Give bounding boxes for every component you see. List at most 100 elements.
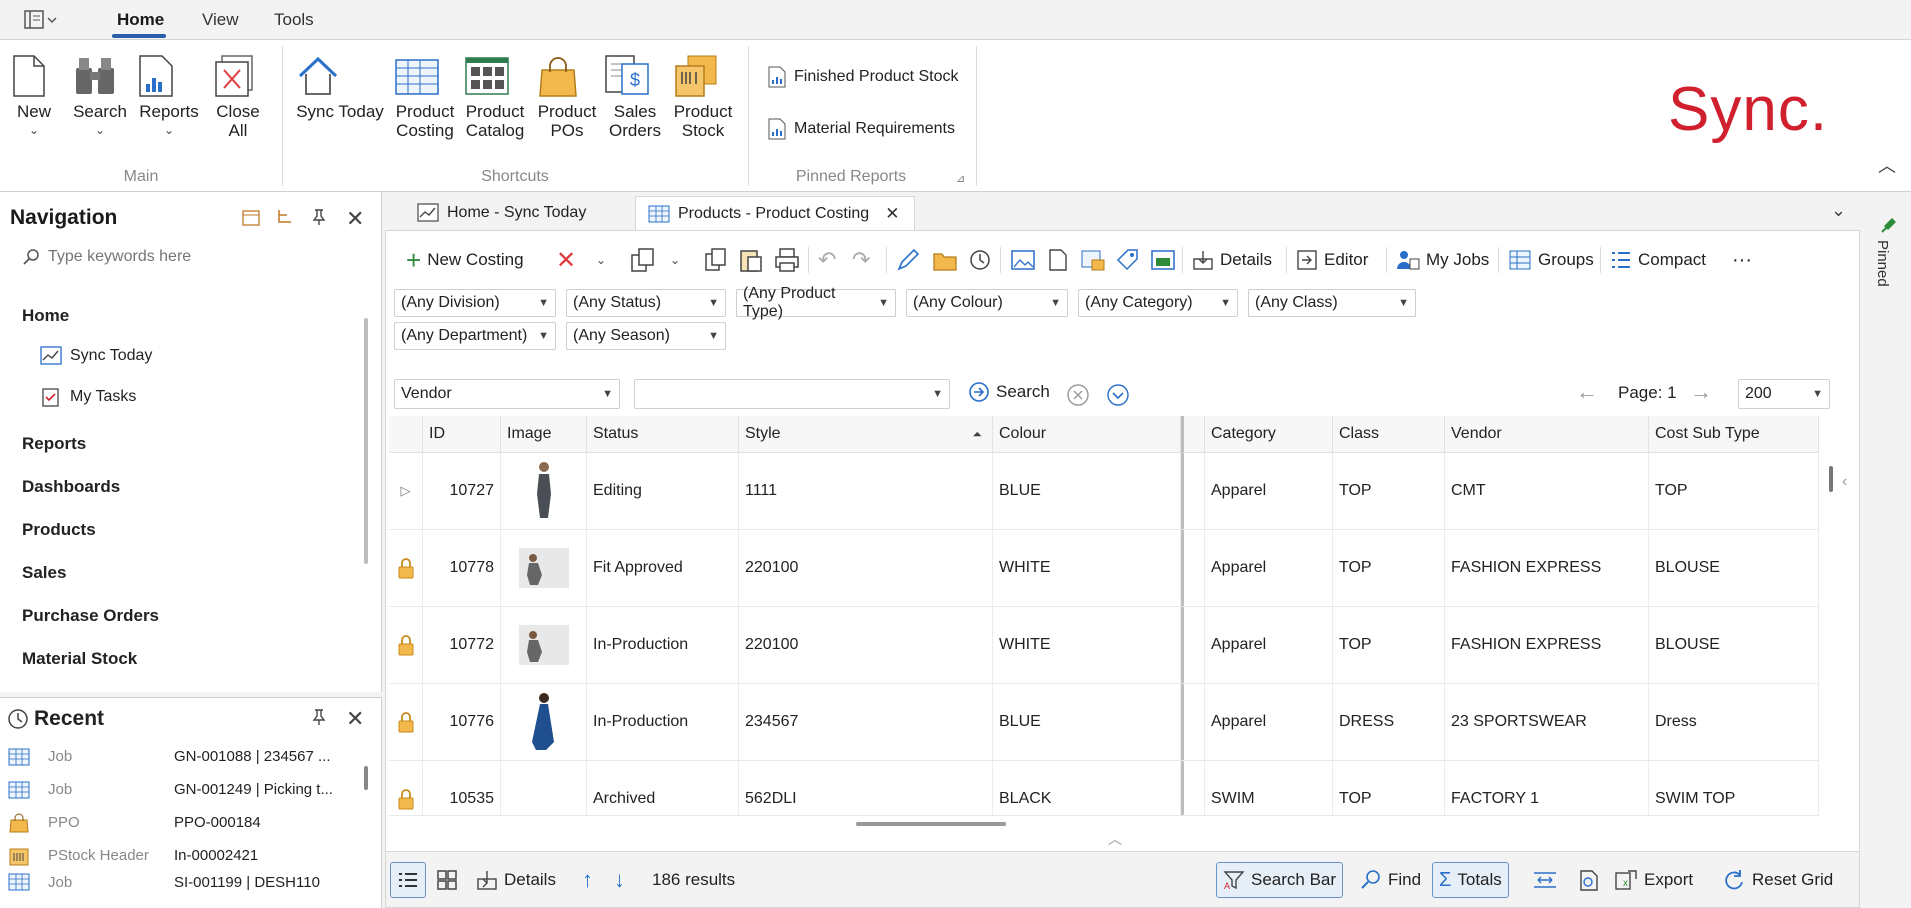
search-button[interactable]: Search (968, 381, 1050, 403)
new-costing-button[interactable]: + New Costing (406, 245, 524, 275)
product-catalog-button[interactable]: Product Catalog (464, 54, 526, 140)
reports-button[interactable]: Reports ⌄ (138, 54, 200, 140)
product-costing-button[interactable]: Product Costing (394, 54, 456, 140)
arrow-up-icon[interactable]: ↑ (582, 862, 593, 898)
table-row[interactable]: 10778 Fit Approved 220100 WHITE Apparel … (389, 530, 1819, 607)
compact-button[interactable]: Compact (1610, 245, 1706, 275)
column-header-category[interactable]: Category (1205, 416, 1333, 453)
nav-search-input[interactable] (48, 244, 348, 270)
nav-add-icon[interactable] (242, 208, 260, 226)
tab-list-chevron-icon[interactable]: ⌄ (1831, 200, 1846, 221)
status-details-button[interactable]: Details (476, 862, 556, 898)
pinned-report-material-requirements[interactable]: Material Requirements (768, 118, 955, 140)
close-all-button[interactable]: Close All (212, 54, 264, 140)
column-header-id[interactable]: ID (423, 416, 501, 453)
fit-columns-icon[interactable] (1532, 862, 1558, 898)
column-header-cost-sub-type[interactable]: Cost Sub Type (1649, 416, 1819, 453)
page-size-select[interactable]: 200 ▼ (1738, 379, 1830, 409)
undo-icon[interactable]: ↶ (818, 245, 836, 275)
nav-reports[interactable]: Reports (22, 434, 86, 454)
expand-search-icon[interactable] (1106, 383, 1130, 407)
arrow-down-icon[interactable]: ↓ (614, 862, 625, 898)
table-row[interactable]: 10776 In-Production 234567 BLUE Apparel … (389, 684, 1819, 761)
more-options-button[interactable]: ··· (1732, 245, 1752, 275)
product-pos-button[interactable]: Product POs (536, 54, 598, 140)
status-filter[interactable]: (Any Status) ▼ (566, 289, 726, 317)
totals-toggle[interactable]: Σ Totals (1432, 862, 1509, 898)
table-row[interactable]: ▷ 10727 Editing 1111 BLUE Apparel TOP CM… (389, 453, 1819, 530)
table-row[interactable]: 10772 In-Production 220100 WHITE Apparel… (389, 607, 1819, 684)
doc-tab-products-product-costing[interactable]: Products - Product Costing ✕ (635, 196, 915, 230)
column-header-vendor[interactable]: Vendor (1445, 416, 1649, 453)
nav-home[interactable]: Home (22, 306, 69, 326)
side-collapse-icon[interactable]: ‹ (1842, 473, 1847, 491)
search-button[interactable]: Search ⌄ (72, 54, 128, 140)
close-tab-icon[interactable]: ✕ (885, 204, 899, 224)
division-filter[interactable]: (Any Division) ▼ (394, 289, 556, 317)
print-preview-icon[interactable] (1578, 862, 1600, 898)
nav-scrollbar[interactable] (364, 318, 368, 564)
price-icon[interactable] (1150, 245, 1176, 275)
nav-purchase-orders[interactable]: Purchase Orders (22, 606, 159, 626)
app-menu-icon[interactable] (24, 10, 58, 30)
column-header-colour[interactable]: Colour (993, 416, 1181, 453)
groups-button[interactable]: Groups (1508, 245, 1594, 275)
pin-icon[interactable] (310, 208, 328, 226)
department-filter[interactable]: (Any Department) ▼ (394, 322, 556, 350)
my-jobs-button[interactable]: My Jobs (1396, 245, 1489, 275)
tag-icon[interactable] (1116, 245, 1140, 275)
doc-tab-home-sync-today[interactable]: Home - Sync Today (405, 196, 598, 230)
group-options-icon[interactable]: ⊿ (956, 172, 965, 185)
column-header-status[interactable]: Status (587, 416, 739, 453)
clear-search-icon[interactable] (1066, 383, 1090, 407)
nav-sales[interactable]: Sales (22, 563, 66, 583)
nav-tree-icon[interactable] (276, 208, 294, 226)
class-filter[interactable]: (Any Class) ▼ (1248, 289, 1416, 317)
recent-scrollbar[interactable] (364, 766, 368, 790)
delete-icon[interactable]: ✕ (556, 245, 576, 275)
colour-filter[interactable]: (Any Colour) ▼ (906, 289, 1068, 317)
document-icon[interactable] (1046, 245, 1070, 275)
previous-page-icon[interactable]: ← (1576, 379, 1598, 405)
pinned-tab[interactable]: Pinned (1874, 240, 1891, 287)
column-header-class[interactable]: Class (1333, 416, 1445, 453)
product-type-filter[interactable]: (Any Product Type) ▼ (736, 285, 896, 320)
editor-button[interactable]: Editor (1296, 245, 1368, 275)
tab-view[interactable]: View (202, 10, 239, 30)
recent-item[interactable]: Job GN-001249 | Picking t... (0, 773, 355, 806)
redo-icon[interactable]: ↷ (852, 245, 870, 275)
open-folder-icon[interactable] (932, 245, 958, 275)
close-icon[interactable]: ✕ (346, 706, 364, 732)
nav-material-stock[interactable]: Material Stock (22, 649, 137, 669)
category-filter[interactable]: (Any Category) ▼ (1078, 289, 1238, 317)
recent-item[interactable]: PStock Header In-00002421 (0, 839, 355, 872)
column-header-style[interactable]: Style ⏶ (739, 416, 993, 453)
copy-special-icon[interactable] (630, 245, 656, 275)
nav-products[interactable]: Products (22, 520, 96, 540)
image-icon[interactable] (1010, 245, 1036, 275)
sales-orders-button[interactable]: $ Sales Orders (604, 54, 666, 140)
next-page-icon[interactable]: → (1690, 379, 1712, 405)
grid-vertical-scrollbar[interactable] (1829, 466, 1833, 492)
search-field-select[interactable]: Vendor ▼ (394, 379, 620, 409)
nav-sync-today[interactable]: Sync Today (40, 346, 152, 366)
export-button[interactable]: x Export (1614, 862, 1693, 898)
cost-sheet-icon[interactable] (1080, 245, 1106, 275)
details-button[interactable]: Details (1192, 245, 1272, 275)
new-button[interactable]: New ⌄ (12, 54, 56, 140)
nav-dashboards[interactable]: Dashboards (22, 477, 120, 497)
collapse-ribbon-icon[interactable]: ︿ (1878, 152, 1896, 178)
sync-today-button[interactable]: Sync Today (296, 54, 384, 121)
edit-pencil-icon[interactable] (896, 245, 920, 275)
paste-icon[interactable] (738, 245, 764, 275)
recent-item[interactable]: PPO PPO-000184 (0, 806, 355, 839)
nav-my-tasks[interactable]: My Tasks (40, 387, 136, 407)
search-bar-toggle[interactable]: A Search Bar (1216, 862, 1344, 898)
history-icon[interactable] (968, 245, 992, 275)
card-view-icon[interactable] (436, 862, 458, 898)
expand-row-icon[interactable]: ▷ (389, 453, 423, 529)
list-view-toggle[interactable] (390, 862, 426, 898)
search-value-input[interactable]: ▼ (634, 379, 950, 409)
tab-tools[interactable]: Tools (274, 10, 314, 30)
chevron-down-icon[interactable]: ⌄ (670, 245, 680, 275)
